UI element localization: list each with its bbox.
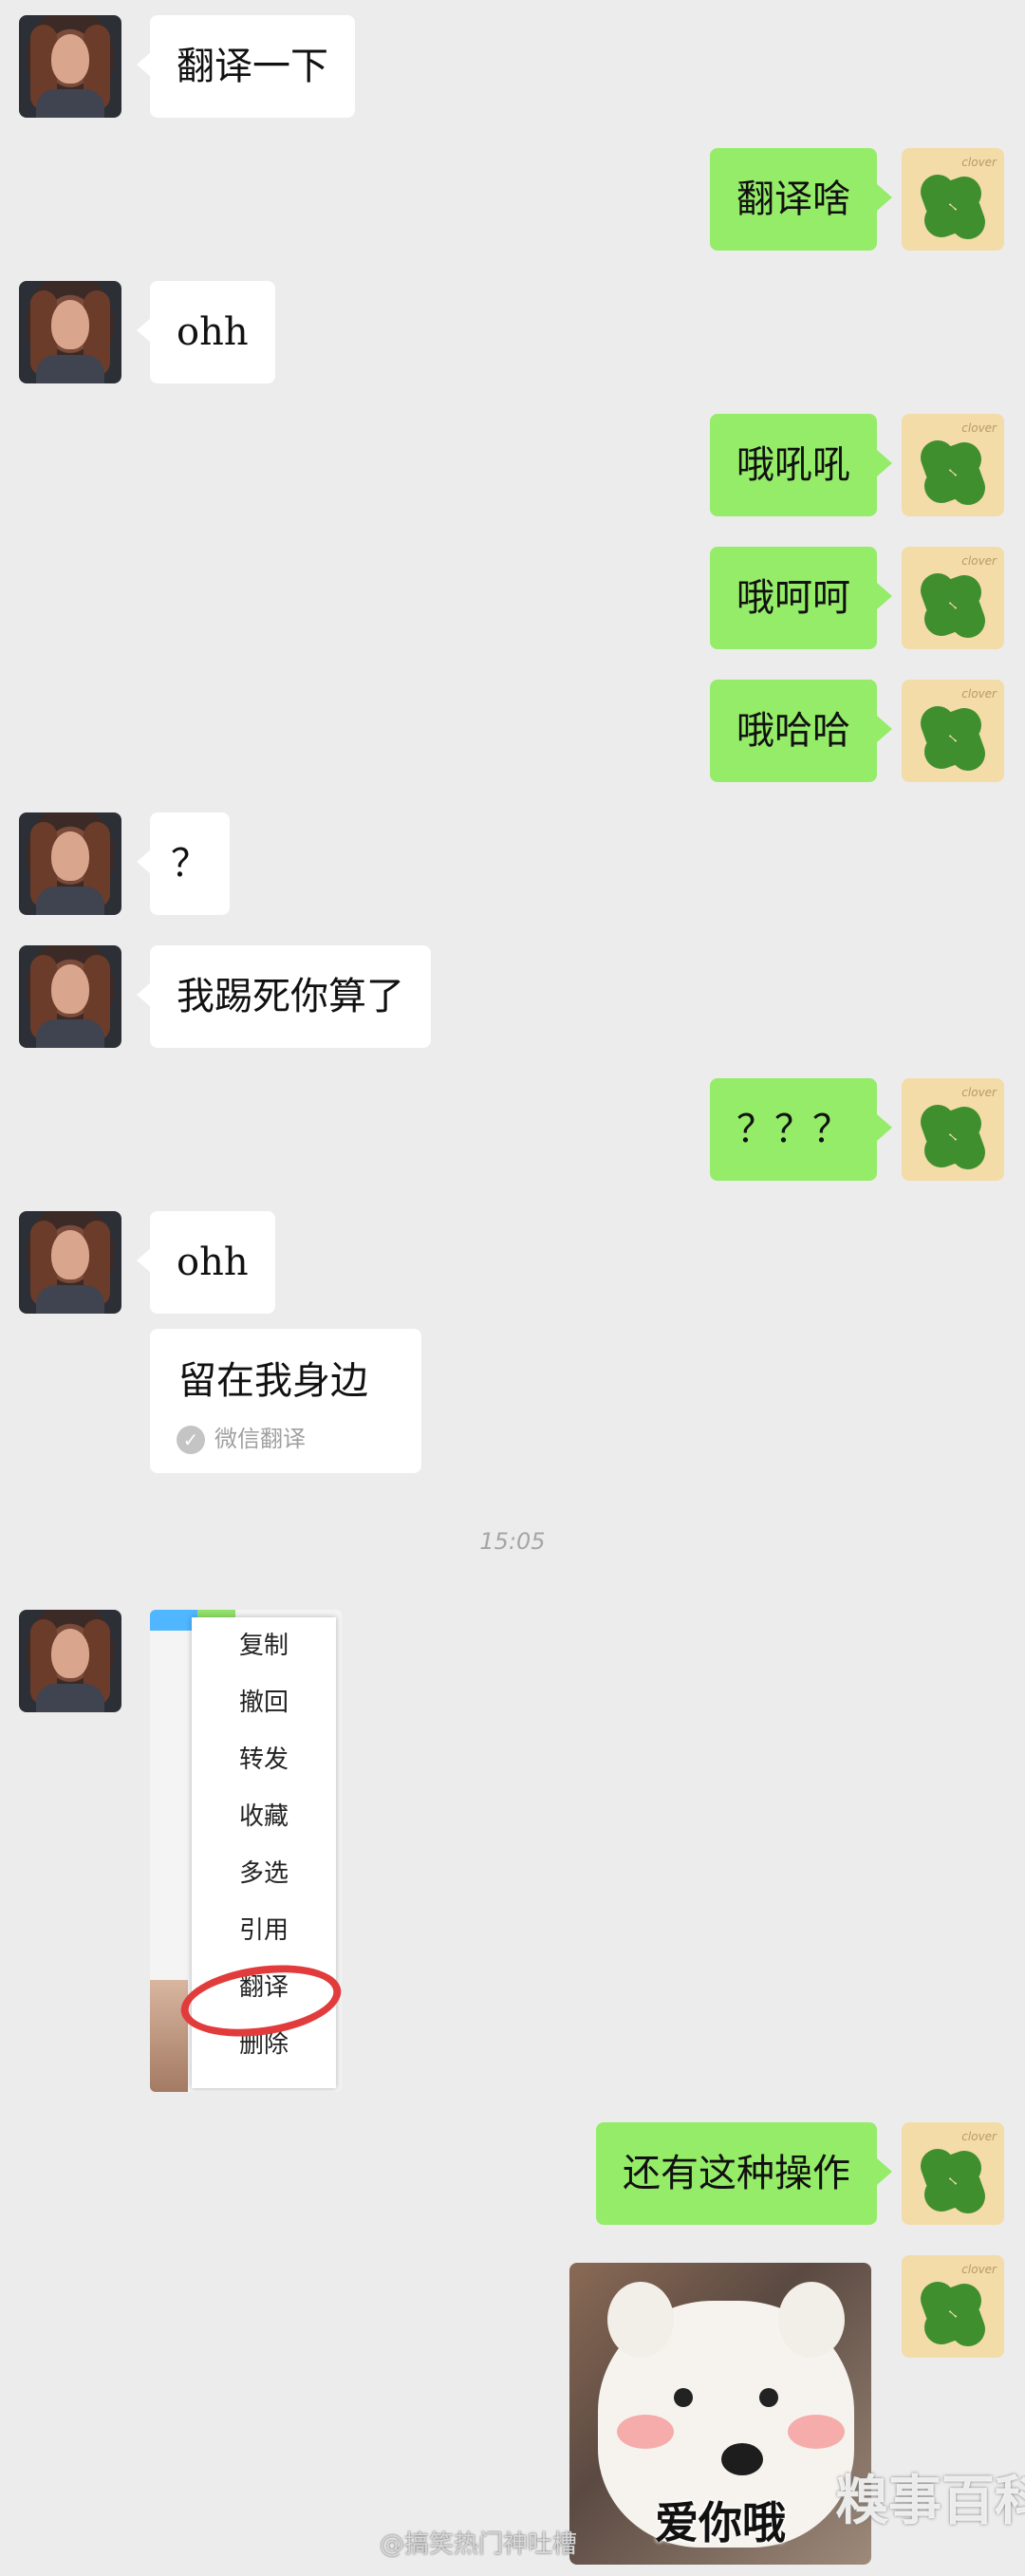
avatar-contact[interactable] xyxy=(19,1211,121,1314)
avatar-contact[interactable] xyxy=(19,281,121,383)
avatar-self[interactable]: clover xyxy=(902,2255,1004,2358)
translation-text: 留在我身边 xyxy=(178,1359,368,1403)
avatar-self[interactable]: clover xyxy=(902,414,1004,516)
message-bubble-outgoing[interactable]: 翻译啥 xyxy=(710,148,892,251)
check-icon: ✓ xyxy=(177,1426,205,1454)
menu-item-forward[interactable]: 转发 xyxy=(192,1731,336,1788)
site-watermark: 糗事百科 xyxy=(835,2471,1025,2532)
message-bubble-incoming[interactable]: ohh xyxy=(137,281,275,383)
timestamp: 15:05 xyxy=(479,1528,546,1555)
message-bubble-outgoing[interactable]: 哦呵呵 xyxy=(710,547,892,649)
menu-item-recall[interactable]: 撤回 xyxy=(192,1674,336,1731)
message-bubble-incoming[interactable]: 我踢死你算了 xyxy=(137,945,431,1048)
avatar-contact[interactable] xyxy=(19,812,121,915)
message-bubble-outgoing[interactable]: ？？？ xyxy=(710,1078,892,1181)
avatar-self[interactable]: clover xyxy=(902,2122,1004,2225)
message-bubble-incoming[interactable]: 翻译一下 xyxy=(137,15,355,118)
message-bubble-incoming[interactable]: ohh xyxy=(137,1211,275,1314)
message-bubble-outgoing[interactable]: 还有这种操作 xyxy=(596,2122,892,2225)
translation-label: ✓ 微信翻译 xyxy=(177,1420,306,1454)
avatar-tag: clover xyxy=(961,554,997,568)
weibo-watermark: @搞笑热门神吐槽 xyxy=(380,2530,578,2559)
menu-item-quote[interactable]: 引用 xyxy=(192,1902,336,1959)
avatar-self[interactable]: clover xyxy=(902,547,1004,649)
menu-item-favorite[interactable]: 收藏 xyxy=(192,1788,336,1845)
menu-item-copy[interactable]: 复制 xyxy=(192,1617,336,1674)
translation-bubble[interactable]: 留在我身边 ✓ 微信翻译 xyxy=(150,1329,421,1473)
sticker-caption: 爱你哦 xyxy=(655,2497,786,2548)
avatar-tag: clover xyxy=(961,156,997,169)
message-bubble-outgoing[interactable]: 哦吼吼 xyxy=(710,414,892,516)
message-bubble-incoming[interactable]: ？ xyxy=(137,812,230,915)
avatar-tag: clover xyxy=(961,1086,997,1099)
avatar-contact[interactable] xyxy=(19,15,121,118)
avatar-self[interactable]: clover xyxy=(902,1078,1004,1181)
avatar-contact[interactable] xyxy=(19,1610,121,1712)
avatar-tag: clover xyxy=(961,2263,997,2276)
avatar-tag: clover xyxy=(961,421,997,435)
message-bubble-outgoing[interactable]: 哦哈哈 xyxy=(710,680,892,782)
avatar-self[interactable]: clover xyxy=(902,680,1004,782)
sticker-image[interactable]: 爱你哦 xyxy=(569,2263,871,2565)
menu-item-multiselect[interactable]: 多选 xyxy=(192,1845,336,1902)
avatar-tag: clover xyxy=(961,687,997,700)
avatar-tag: clover xyxy=(961,2130,997,2143)
avatar-contact[interactable] xyxy=(19,945,121,1048)
avatar-self[interactable]: clover xyxy=(902,148,1004,251)
